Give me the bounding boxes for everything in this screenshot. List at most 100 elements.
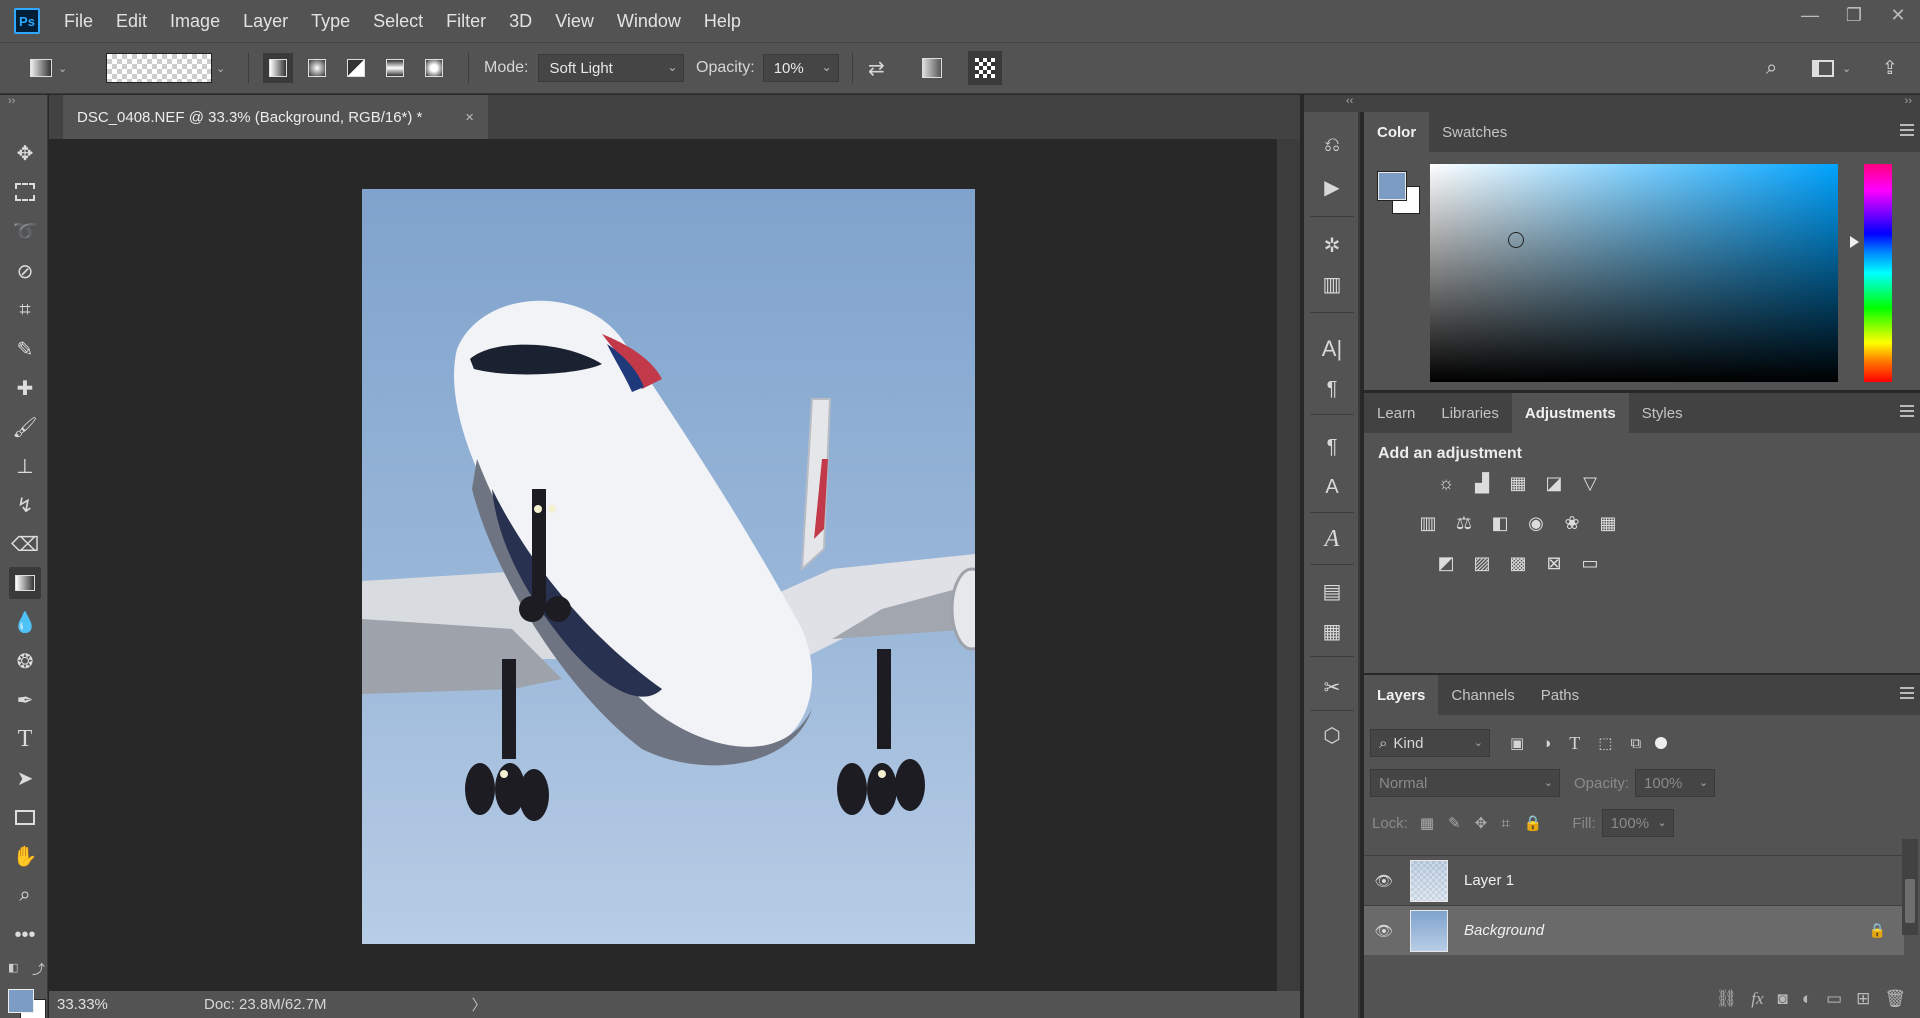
lock-image-icon[interactable]: ✎: [1448, 814, 1461, 832]
link-layers-icon[interactable]: ⛓: [1716, 989, 1738, 1009]
glyphs-panel-button[interactable]: A: [1315, 522, 1349, 556]
menu-window[interactable]: Window: [617, 11, 681, 32]
layer-name[interactable]: Layer 1: [1464, 872, 1514, 889]
more-tools[interactable]: •••: [9, 919, 41, 951]
hue-slider[interactable]: [1864, 164, 1892, 382]
filter-adjustment-icon[interactable]: ◑: [1542, 735, 1551, 752]
menu-image[interactable]: Image: [170, 11, 220, 32]
type-tool[interactable]: T: [9, 723, 41, 755]
character-styles-button[interactable]: A: [1315, 470, 1349, 504]
panel-menu-icon[interactable]: [1900, 124, 1914, 136]
quick-select-tool[interactable]: ⊘: [9, 255, 41, 287]
tab-paths[interactable]: Paths: [1528, 675, 1592, 715]
document-tab[interactable]: DSC_0408.NEF @ 33.3% (Background, RGB/16…: [63, 95, 488, 139]
invert-icon[interactable]: ◩: [1432, 549, 1460, 577]
gradient-tool[interactable]: [9, 567, 41, 599]
history-brush-tool[interactable]: ↯: [9, 489, 41, 521]
zoom-tool[interactable]: ⌕: [9, 879, 41, 911]
color-field[interactable]: [1430, 164, 1838, 382]
new-adjustment-icon[interactable]: ◐: [1802, 989, 1812, 1009]
menu-layer[interactable]: Layer: [243, 11, 288, 32]
black-white-icon[interactable]: ◧: [1486, 509, 1514, 537]
tool-preset-picker[interactable]: ⌄: [30, 51, 67, 85]
linear-gradient-button[interactable]: [263, 53, 293, 83]
filter-pixel-icon[interactable]: ▣: [1510, 734, 1524, 752]
fill-field[interactable]: 100% ⌄: [1601, 809, 1674, 837]
levels-icon[interactable]: ▟: [1468, 469, 1496, 497]
workspace-button[interactable]: ⌄: [1812, 51, 1851, 85]
menu-3d[interactable]: 3D: [509, 11, 532, 32]
layers-scrollbar-thumb[interactable]: [1905, 879, 1915, 923]
canvas-vertical-scrollbar[interactable]: [1277, 139, 1300, 991]
collapse-icons-icon[interactable]: ‹‹: [1346, 95, 1353, 107]
rectangle-tool[interactable]: [9, 801, 41, 833]
hand-tool[interactable]: ✋: [9, 840, 41, 872]
hue-marker[interactable]: [1850, 236, 1859, 248]
blend-mode-select[interactable]: Normal ⌄: [1370, 769, 1560, 797]
menu-edit[interactable]: Edit: [116, 11, 147, 32]
notes-panel-button[interactable]: ▤: [1315, 574, 1349, 608]
gradient-triangle-icon[interactable]: ▽: [1576, 469, 1604, 497]
foreground-color-swatch[interactable]: [8, 989, 34, 1013]
close-tab-icon[interactable]: ×: [465, 109, 474, 126]
marquee-tool[interactable]: [9, 176, 41, 208]
foreground-color[interactable]: [1377, 171, 1407, 201]
eraser-tool[interactable]: ⌫: [9, 528, 41, 560]
dither-button[interactable]: [922, 51, 942, 85]
delete-layer-icon[interactable]: 🗑: [1884, 989, 1906, 1009]
curves-icon[interactable]: ▦: [1504, 469, 1532, 497]
eyedropper-tool[interactable]: ✎: [9, 333, 41, 365]
tab-layers[interactable]: Layers: [1364, 675, 1439, 715]
restore-button[interactable]: ❐: [1832, 0, 1876, 30]
threshold-icon[interactable]: ▩: [1504, 549, 1532, 577]
lock-artboard-icon[interactable]: ⌗: [1501, 815, 1509, 832]
comments-panel-button[interactable]: ▦: [1315, 614, 1349, 648]
layer-row[interactable]: 👁 Layer 1: [1364, 855, 1904, 905]
actions-panel-button[interactable]: ▶: [1315, 170, 1349, 204]
color-lookup-icon[interactable]: ▦: [1594, 509, 1622, 537]
history-panel-button[interactable]: ⎌: [1315, 128, 1349, 162]
color-picker-ring[interactable]: [1508, 232, 1524, 248]
status-menu-arrow-icon[interactable]: 〉: [472, 994, 487, 1015]
gradient-map-icon[interactable]: ▭: [1576, 549, 1604, 577]
tab-adjustments[interactable]: Adjustments: [1511, 393, 1629, 433]
layer-opacity-field[interactable]: 100% ⌄: [1635, 769, 1716, 797]
fx-icon[interactable]: fx: [1751, 989, 1763, 1009]
layer-name[interactable]: Background: [1464, 922, 1544, 939]
share-button[interactable]: ⇪: [1882, 51, 1898, 85]
lock-all-icon[interactable]: 🔒: [1524, 814, 1543, 832]
lasso-tool[interactable]: ➰: [9, 215, 41, 247]
tab-color[interactable]: Color: [1364, 112, 1430, 152]
histogram-panel-button[interactable]: ▥: [1315, 267, 1349, 301]
menu-file[interactable]: File: [64, 11, 93, 32]
minimize-button[interactable]: —: [1788, 0, 1832, 30]
default-colors-icon[interactable]: ◧: [8, 961, 18, 974]
gradient-picker[interactable]: ⌄: [106, 51, 225, 85]
mode-select[interactable]: Soft Light ⌄: [538, 54, 685, 82]
crop-tool[interactable]: ⌗: [9, 294, 41, 326]
diamond-gradient-button[interactable]: [419, 53, 449, 83]
photo-filter-icon[interactable]: ◉: [1522, 509, 1550, 537]
move-tool[interactable]: ✥: [9, 137, 41, 169]
tab-swatches[interactable]: Swatches: [1429, 112, 1520, 152]
reflected-gradient-button[interactable]: [380, 53, 410, 83]
eye-icon[interactable]: 👁: [1364, 872, 1404, 890]
collapse-panels-icon[interactable]: ››: [1905, 95, 1912, 107]
reverse-button[interactable]: ⇄: [868, 51, 885, 85]
panel-menu-icon[interactable]: [1900, 687, 1914, 699]
radial-gradient-button[interactable]: [302, 53, 332, 83]
layer-filter-kind[interactable]: ⌕ Kind ⌄: [1370, 729, 1490, 757]
healing-brush-tool[interactable]: ✚: [9, 372, 41, 404]
exposure-icon[interactable]: ◪: [1540, 469, 1568, 497]
filter-shape-icon[interactable]: ⬚: [1598, 734, 1612, 752]
posterize-icon[interactable]: ▨: [1468, 549, 1496, 577]
clone-stamp-tool[interactable]: ⊥: [9, 450, 41, 482]
3d-panel-button[interactable]: ⬡: [1315, 718, 1349, 752]
filter-smart-object-icon[interactable]: ⧉: [1630, 735, 1641, 752]
tab-libraries[interactable]: Libraries: [1428, 393, 1512, 433]
opacity-field[interactable]: 10% ⌄: [762, 54, 839, 82]
search-button[interactable]: ⌕: [1766, 51, 1777, 85]
properties-panel-button[interactable]: ✲: [1315, 228, 1349, 262]
lock-transparent-icon[interactable]: ▦: [1420, 814, 1434, 832]
swap-colors-icon[interactable]: ⤴: [32, 959, 45, 978]
